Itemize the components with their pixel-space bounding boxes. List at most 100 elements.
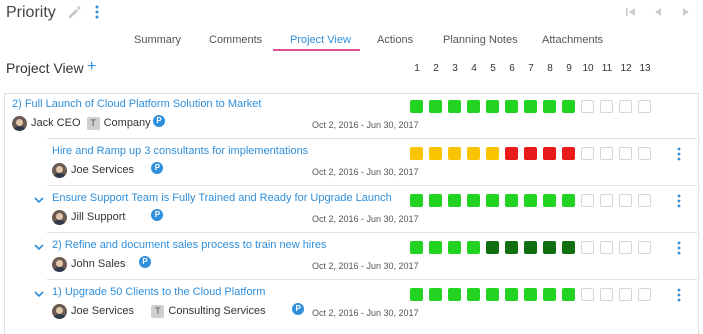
item-title-link[interactable]: Ensure Support Team is Fully Trained and…	[52, 192, 392, 204]
status-cell-4	[467, 147, 480, 160]
status-cell-5	[486, 241, 499, 254]
tab-project-view[interactable]: Project View	[290, 34, 351, 46]
tab-actions[interactable]: Actions	[377, 34, 413, 46]
row-divider	[47, 279, 697, 280]
avatar	[52, 304, 67, 319]
tab-comments[interactable]: Comments	[209, 34, 262, 46]
date-range: Oct 2, 2016 - Jun 30, 2017	[312, 308, 419, 318]
status-cell-8	[543, 194, 556, 207]
owner-name: Jill Support	[71, 211, 126, 223]
avatar	[52, 163, 67, 178]
row-divider	[47, 138, 697, 139]
row-divider	[47, 185, 697, 186]
item-title-link[interactable]: 1) Upgrade 50 Clients to the Cloud Platf…	[52, 286, 265, 298]
status-cell-10	[581, 147, 594, 160]
status-cell-9	[562, 100, 575, 113]
pencil-icon[interactable]	[67, 5, 81, 19]
status-cell-13	[638, 241, 651, 254]
column-number: 8	[547, 63, 553, 74]
status-cell-2	[429, 147, 442, 160]
status-cell-2	[429, 288, 442, 301]
add-icon[interactable]: +	[87, 59, 96, 75]
chevron-down-icon[interactable]	[34, 243, 44, 251]
team-name: Consulting Services	[168, 305, 266, 317]
status-cell-3	[448, 147, 461, 160]
item-title-link[interactable]: Hire and Ramp up 3 consultants for imple…	[52, 145, 308, 157]
avatar-body	[53, 220, 66, 225]
status-cell-9	[562, 288, 575, 301]
section-title: Project View	[6, 60, 84, 76]
column-number: 7	[528, 63, 534, 74]
status-cell-4	[467, 241, 480, 254]
status-cell-3	[448, 194, 461, 207]
previous-icon[interactable]	[651, 5, 665, 19]
status-cell-2	[429, 194, 442, 207]
more-vertical-icon[interactable]	[92, 4, 102, 20]
top-bar: Priority	[0, 0, 703, 28]
status-cell-9	[562, 147, 575, 160]
active-tab-indicator	[273, 49, 360, 51]
row-divider	[47, 232, 697, 233]
tab-planning-notes[interactable]: Planning Notes	[443, 34, 518, 46]
status-cell-6	[505, 288, 518, 301]
status-cell-11	[600, 100, 613, 113]
column-number: 4	[471, 63, 477, 74]
item-title-link[interactable]: 2) Refine and document sales process to …	[52, 239, 327, 251]
avatar-body	[13, 126, 26, 131]
status-cell-5	[486, 288, 499, 301]
status-cell-7	[524, 194, 537, 207]
avatar	[52, 257, 67, 272]
more-vertical-icon[interactable]	[675, 241, 683, 255]
date-range: Oct 2, 2016 - Jun 30, 2017	[312, 167, 419, 177]
column-number: 11	[601, 63, 613, 74]
more-vertical-icon[interactable]	[675, 288, 683, 302]
avatar-face	[56, 307, 63, 314]
status-cell-13	[638, 288, 651, 301]
status-cell-11	[600, 147, 613, 160]
date-range: Oct 2, 2016 - Jun 30, 2017	[312, 214, 419, 224]
status-cell-4	[467, 288, 480, 301]
tab-attachments[interactable]: Attachments	[542, 34, 603, 46]
status-cell-7	[524, 288, 537, 301]
next-icon[interactable]	[679, 5, 693, 19]
status-cell-10	[581, 288, 594, 301]
status-cell-7	[524, 241, 537, 254]
more-vertical-icon[interactable]	[675, 194, 683, 208]
tab-summary[interactable]: Summary	[134, 34, 181, 46]
date-range: Oct 2, 2016 - Jun 30, 2017	[312, 261, 419, 271]
more-vertical-icon[interactable]	[675, 147, 683, 161]
status-cell-2	[429, 241, 442, 254]
avatar-face	[56, 260, 63, 267]
status-cell-2	[429, 100, 442, 113]
status-cell-13	[638, 194, 651, 207]
column-number: 9	[566, 63, 572, 74]
chevron-down-icon[interactable]	[34, 290, 44, 298]
item-title-link[interactable]: 2) Full Launch of Cloud Platform Solutio…	[12, 98, 261, 110]
status-cell-8	[543, 147, 556, 160]
status-cell-3	[448, 100, 461, 113]
status-cell-12	[619, 241, 632, 254]
status-cell-6	[505, 100, 518, 113]
status-cell-6	[505, 241, 518, 254]
avatar	[12, 116, 27, 131]
owner-name: Joe Services	[71, 305, 134, 317]
page-title: Priority	[6, 4, 56, 21]
column-number: 3	[452, 63, 458, 74]
status-cell-1	[410, 241, 423, 254]
team-badge: T	[86, 117, 100, 130]
status-cell-12	[619, 147, 632, 160]
status-cell-13	[638, 100, 651, 113]
status-cell-8	[543, 241, 556, 254]
status-cell-8	[543, 100, 556, 113]
first-page-icon[interactable]	[624, 5, 638, 19]
team-badge: T	[151, 305, 165, 318]
avatar-face	[16, 119, 23, 126]
owner-name: John Sales	[71, 258, 126, 270]
avatar-body	[53, 314, 66, 319]
status-cell-12	[619, 288, 632, 301]
column-number: 5	[490, 63, 496, 74]
chevron-down-icon[interactable]	[34, 196, 44, 204]
tab-bar: Summary Comments Project View Actions Pl…	[0, 34, 703, 54]
priority-badge: P	[153, 115, 165, 127]
status-cell-3	[448, 288, 461, 301]
